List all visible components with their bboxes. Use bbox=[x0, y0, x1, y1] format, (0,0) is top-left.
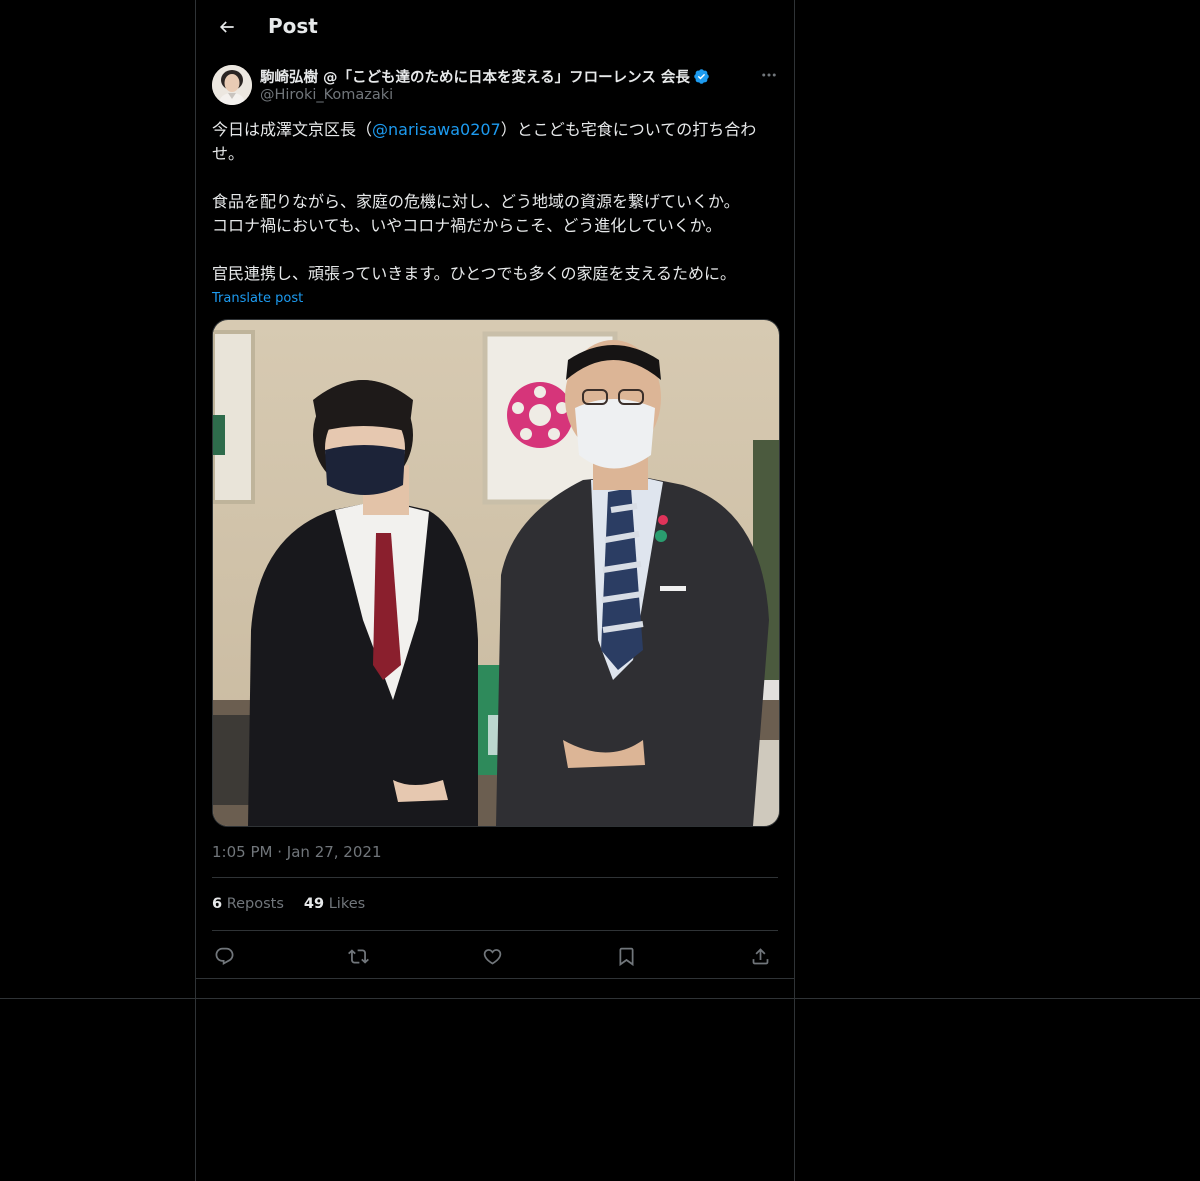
page-header: Post bbox=[196, 0, 794, 53]
more-dots-icon bbox=[762, 73, 776, 77]
reply-button[interactable] bbox=[212, 944, 236, 968]
divider bbox=[212, 930, 778, 931]
post-paragraph-2-line-1: 食品を配りながら、家庭の危機に対し、どう地域の資源を繋げていくか。 bbox=[212, 192, 740, 211]
like-button[interactable] bbox=[480, 944, 504, 968]
avatar-image bbox=[212, 65, 252, 105]
post-paragraph-3: 官民連携し、頑張っていきます。ひとつでも多くの家庭を支えるために。 bbox=[212, 264, 737, 283]
verified-badge-icon[interactable] bbox=[693, 68, 710, 85]
share-button[interactable] bbox=[748, 944, 772, 968]
page-title: Post bbox=[268, 14, 318, 38]
post-paragraph-2-line-2: コロナ禍においても、いやコロナ禍だからこそ、どう進化していくか。 bbox=[212, 216, 722, 235]
engagement-stats: 6 Reposts 49 Likes bbox=[212, 896, 365, 912]
bookmark-button[interactable] bbox=[614, 944, 638, 968]
likes-stat[interactable]: 49 Likes bbox=[304, 896, 365, 912]
mention-link[interactable]: @narisawa0207 bbox=[372, 120, 501, 139]
share-icon bbox=[752, 947, 768, 964]
post-text: 今日は成澤文京区長（@narisawa0207）とこども宅食についての打ち合わせ… bbox=[212, 118, 778, 286]
repost-button[interactable] bbox=[346, 944, 370, 968]
divider bbox=[196, 978, 794, 979]
post-paragraph-1: 今日は成澤文京区長（@narisawa0207）とこども宅食についての打ち合わせ… bbox=[212, 120, 757, 163]
author-name-row[interactable]: 駒崎弘樹 @「こども達のために日本を変える」フローレンス 会長 bbox=[260, 66, 710, 87]
heart-icon bbox=[483, 948, 501, 965]
main-column: Post 駒崎弘樹 @「こども達のために日本を変える」フローレンス 会長 @Hi… bbox=[195, 0, 795, 1181]
action-bar bbox=[212, 944, 778, 968]
back-button[interactable] bbox=[212, 12, 242, 42]
post-timestamp[interactable]: 1:05 PM · Jan 27, 2021 bbox=[212, 843, 381, 861]
arrow-left-icon bbox=[219, 21, 234, 33]
reposts-stat[interactable]: 6 Reposts bbox=[212, 896, 284, 912]
photo-image bbox=[213, 320, 779, 826]
author-handle[interactable]: @Hiroki_Komazaki bbox=[260, 87, 393, 103]
author-display-name[interactable]: 駒崎弘樹 @「こども達のために日本を変える」フローレンス 会長 bbox=[260, 66, 690, 87]
avatar[interactable] bbox=[212, 65, 252, 105]
post-photo[interactable] bbox=[212, 319, 780, 827]
repost-icon bbox=[347, 948, 369, 964]
more-options-button[interactable] bbox=[758, 64, 780, 86]
reply-icon bbox=[215, 947, 233, 965]
divider bbox=[212, 877, 778, 878]
bookmark-icon bbox=[619, 947, 633, 966]
translate-post-link[interactable]: Translate post bbox=[212, 291, 303, 306]
